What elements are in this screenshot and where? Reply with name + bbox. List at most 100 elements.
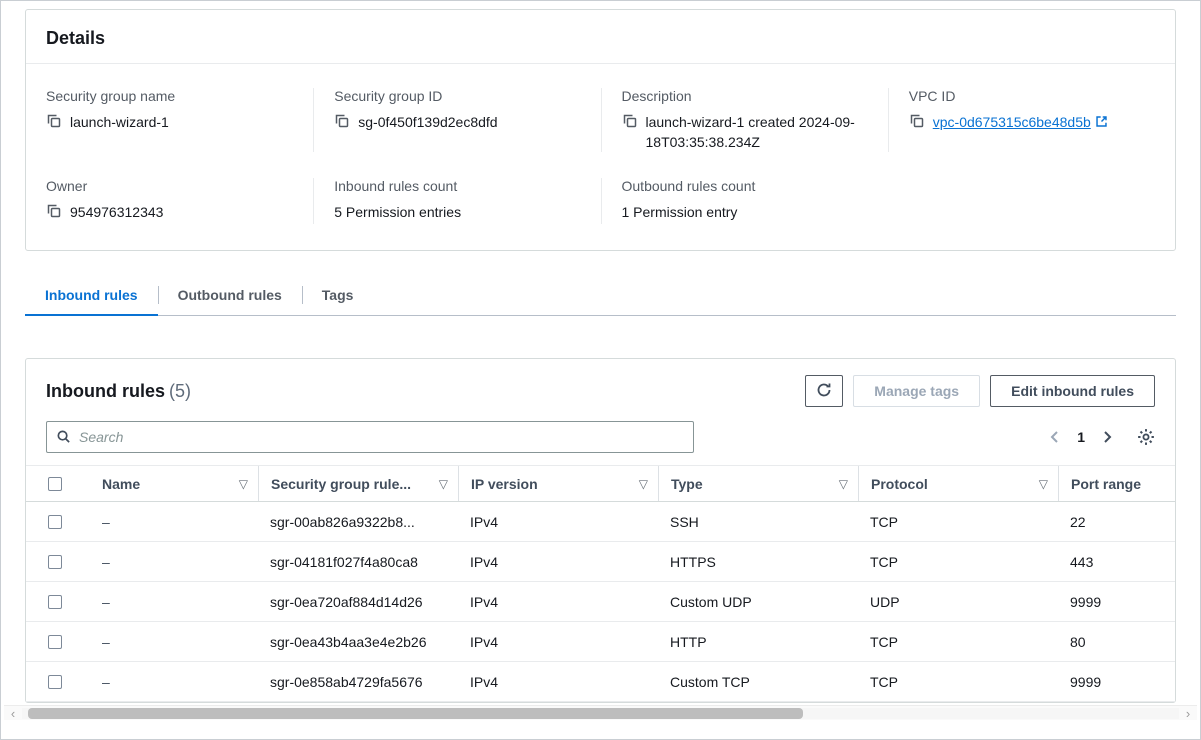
- table-toolbar: 1: [26, 419, 1175, 465]
- security-group-id-value: sg-0f450f139d2ec8dfd: [358, 112, 497, 132]
- column-header-type: Type▽: [658, 466, 858, 501]
- search-input[interactable]: [46, 421, 694, 453]
- cell-ip-version: IPv4: [458, 634, 658, 650]
- details-panel-header: Details: [26, 10, 1175, 64]
- security-group-name-value: launch-wizard-1: [70, 112, 169, 132]
- cell-security-group-rule-id: sgr-00ab826a9322b8...: [258, 514, 458, 530]
- table-row: – sgr-0ea720af884d14d26 IPv4 Custom UDP …: [26, 582, 1175, 622]
- search-icon: [56, 429, 71, 449]
- field-owner: Owner 954976312343: [26, 178, 313, 224]
- cell-security-group-rule-id: sgr-0ea43b4aa3e4e2b26: [258, 634, 458, 650]
- cell-type: Custom UDP: [658, 594, 858, 610]
- copy-icon[interactable]: [909, 113, 925, 134]
- column-header-port-range: Port range▽: [1058, 466, 1175, 501]
- tab-tags[interactable]: Tags: [302, 277, 374, 315]
- cell-security-group-rule-id: sgr-0ea720af884d14d26: [258, 594, 458, 610]
- tab-outbound-rules[interactable]: Outbound rules: [158, 277, 302, 315]
- cell-name: –: [90, 674, 258, 690]
- page-number[interactable]: 1: [1077, 429, 1085, 445]
- manage-tags-button[interactable]: Manage tags: [853, 375, 980, 407]
- column-header-name: Name▽: [90, 466, 258, 501]
- outbound-rules-count-value: 1 Permission entry: [622, 202, 738, 222]
- column-header-security-group-rule: Security group rule...▽: [258, 466, 458, 501]
- details-title: Details: [46, 28, 1155, 49]
- cell-ip-version: IPv4: [458, 594, 658, 610]
- cell-type: HTTP: [658, 634, 858, 650]
- horizontal-scrollbar[interactable]: ‹ ›: [4, 705, 1197, 720]
- previous-page-button[interactable]: [1047, 429, 1063, 445]
- table-scroll-container: Name▽ Security group rule...▽ IP version…: [26, 465, 1175, 702]
- description-value: launch-wizard-1 created 2024-09-18T03:35…: [646, 112, 868, 152]
- select-all-checkbox[interactable]: [48, 477, 62, 491]
- scroll-left-icon[interactable]: ‹: [4, 707, 22, 720]
- scroll-right-icon[interactable]: ›: [1179, 707, 1197, 720]
- header-actions: Manage tags Edit inbound rules: [805, 375, 1155, 407]
- cell-type: HTTPS: [658, 554, 858, 570]
- cell-name: –: [90, 594, 258, 610]
- row-checkbox[interactable]: [48, 515, 62, 529]
- refresh-icon: [816, 382, 832, 401]
- search-box: [46, 421, 694, 453]
- inbound-rules-header: Inbound rules(5) Manage tags Edit inboun…: [26, 359, 1175, 419]
- cell-port-range: 9999: [1058, 674, 1175, 690]
- field-label: VPC ID: [909, 88, 1155, 104]
- cell-ip-version: IPv4: [458, 674, 658, 690]
- cell-type: Custom TCP: [658, 674, 858, 690]
- table-row: – sgr-0e858ab4729fa5676 IPv4 Custom TCP …: [26, 662, 1175, 702]
- row-checkbox[interactable]: [48, 675, 62, 689]
- details-panel: Details Security group name launch-wizar…: [25, 9, 1176, 251]
- inbound-rules-count-value: 5 Permission entries: [334, 202, 461, 222]
- next-page-button[interactable]: [1099, 429, 1115, 445]
- cell-port-range: 443: [1058, 554, 1175, 570]
- table-row: – sgr-0ea43b4aa3e4e2b26 IPv4 HTTP TCP 80: [26, 622, 1175, 662]
- vpc-id-link[interactable]: vpc-0d675315c6be48d5b: [933, 114, 1091, 130]
- copy-icon[interactable]: [46, 203, 62, 224]
- field-label: Description: [622, 88, 868, 104]
- inbound-rules-panel: Inbound rules(5) Manage tags Edit inboun…: [25, 358, 1176, 703]
- table-body: – sgr-00ab826a9322b8... IPv4 SSH TCP 22 …: [26, 502, 1175, 702]
- filter-icon[interactable]: ▽: [1031, 477, 1048, 491]
- field-vpc-id: VPC ID vpc-0d675315c6be48d5b: [888, 88, 1175, 152]
- table-header-row: Name▽ Security group rule...▽ IP version…: [26, 466, 1175, 502]
- field-label: Owner: [46, 178, 293, 194]
- owner-value: 954976312343: [70, 202, 163, 222]
- pagination: 1: [1047, 428, 1155, 446]
- copy-icon[interactable]: [46, 113, 62, 134]
- field-label: Inbound rules count: [334, 178, 580, 194]
- column-header-ip-version: IP version▽: [458, 466, 658, 501]
- copy-icon[interactable]: [334, 113, 350, 134]
- inbound-rules-count-badge: (5): [169, 381, 191, 401]
- scrollbar-track[interactable]: [22, 708, 1179, 719]
- field-security-group-id: Security group ID sg-0f450f139d2ec8dfd: [313, 88, 600, 152]
- filter-icon[interactable]: ▽: [631, 477, 648, 491]
- cell-port-range: 80: [1058, 634, 1175, 650]
- details-grid-filler: [888, 178, 1175, 224]
- cell-security-group-rule-id: sgr-04181f027f4a80ca8: [258, 554, 458, 570]
- filter-icon[interactable]: ▽: [831, 477, 848, 491]
- cell-port-range: 22: [1058, 514, 1175, 530]
- details-grid: Security group name launch-wizard-1 Secu…: [26, 64, 1175, 250]
- field-security-group-name: Security group name launch-wizard-1: [26, 88, 313, 152]
- filter-icon[interactable]: ▽: [231, 477, 248, 491]
- external-link-icon: [1095, 115, 1108, 131]
- copy-icon[interactable]: [622, 113, 638, 134]
- row-checkbox[interactable]: [48, 595, 62, 609]
- filter-icon[interactable]: ▽: [431, 477, 448, 491]
- cell-name: –: [90, 514, 258, 530]
- cell-protocol: TCP: [858, 514, 1058, 530]
- cell-ip-version: IPv4: [458, 514, 658, 530]
- tab-inbound-rules[interactable]: Inbound rules: [25, 277, 158, 315]
- cell-type: SSH: [658, 514, 858, 530]
- settings-icon[interactable]: [1137, 428, 1155, 446]
- refresh-button[interactable]: [805, 375, 843, 407]
- field-label: Outbound rules count: [622, 178, 868, 194]
- scrollbar-thumb[interactable]: [28, 708, 803, 719]
- cell-protocol: UDP: [858, 594, 1058, 610]
- table-row: – sgr-00ab826a9322b8... IPv4 SSH TCP 22: [26, 502, 1175, 542]
- edit-inbound-rules-button[interactable]: Edit inbound rules: [990, 375, 1155, 407]
- cell-protocol: TCP: [858, 554, 1058, 570]
- cell-security-group-rule-id: sgr-0e858ab4729fa5676: [258, 674, 458, 690]
- row-checkbox[interactable]: [48, 635, 62, 649]
- field-label: Security group name: [46, 88, 293, 104]
- row-checkbox[interactable]: [48, 555, 62, 569]
